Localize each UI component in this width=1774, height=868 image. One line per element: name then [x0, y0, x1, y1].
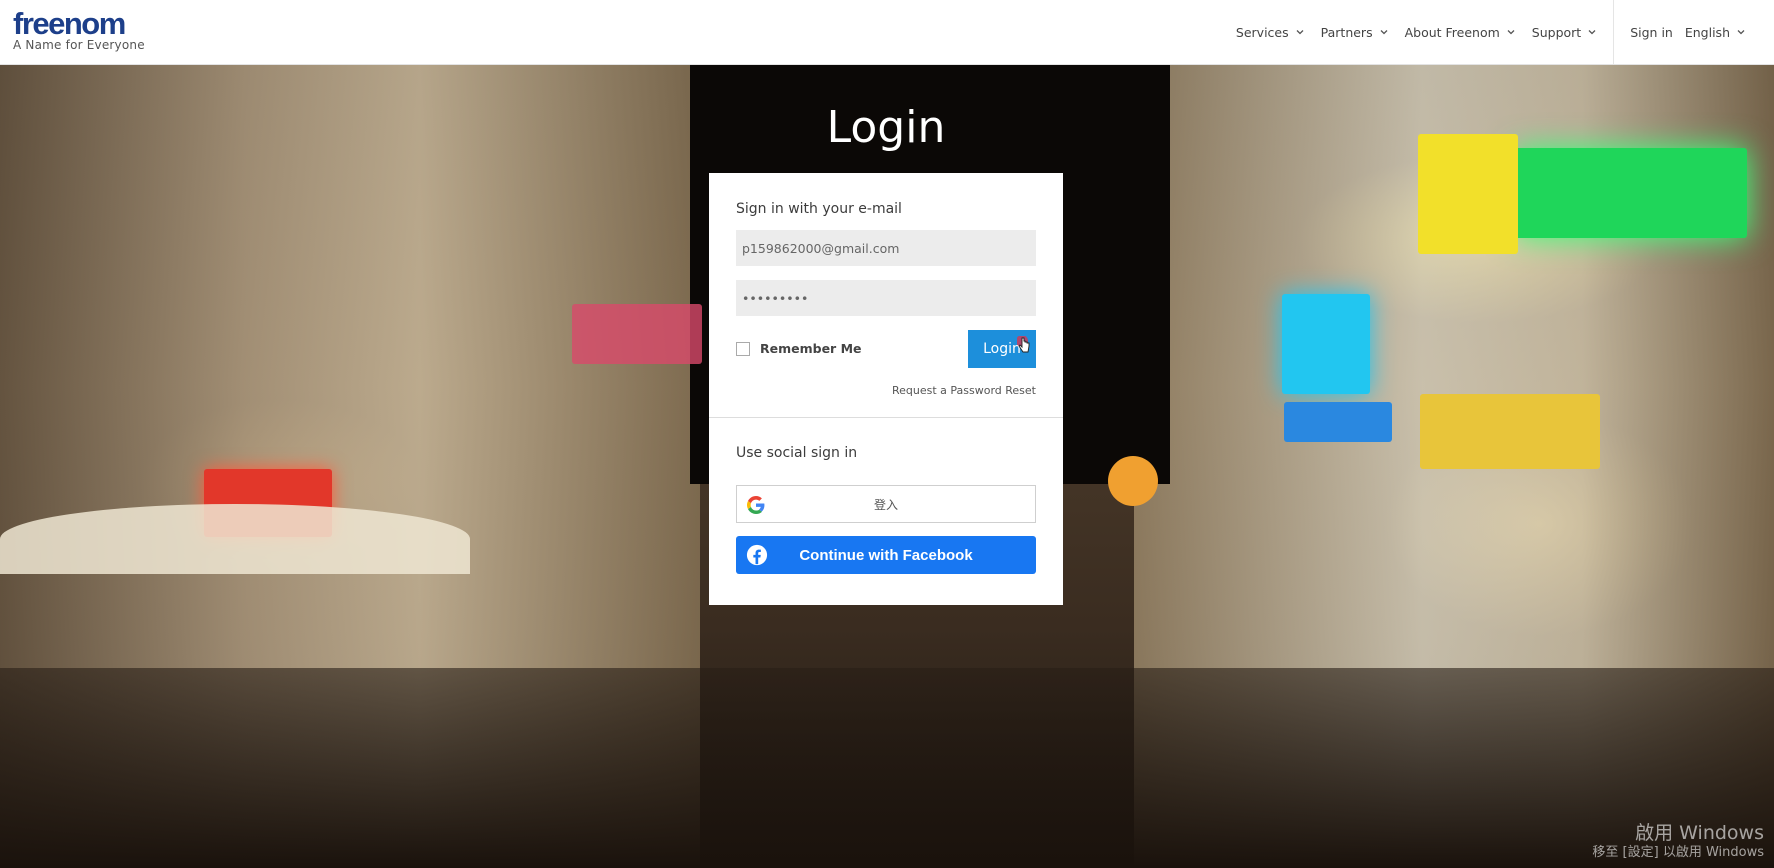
nav-support[interactable]: Support — [1532, 25, 1597, 40]
nav-services[interactable]: Services — [1236, 25, 1305, 40]
watermark-subtitle: 移至 [設定] 以啟用 Windows — [1592, 845, 1764, 860]
nav-about[interactable]: About Freenom — [1405, 25, 1516, 40]
login-button[interactable]: Login — [968, 330, 1036, 368]
facebook-sign-in-button[interactable]: Continue with Facebook — [736, 536, 1036, 574]
nav-partners-label: Partners — [1320, 24, 1373, 40]
language-selector[interactable]: English — [1685, 25, 1746, 40]
cyan-sign — [1282, 294, 1370, 394]
logo-wordmark: freenom — [13, 6, 126, 41]
facebook-button-label: Continue with Facebook — [799, 546, 973, 564]
hand-cursor-icon — [1017, 336, 1030, 353]
nav-sign-in[interactable]: Sign in — [1630, 25, 1673, 40]
windows-activation-watermark: 啟用 Windows 移至 [設定] 以啟用 Windows — [1592, 822, 1764, 862]
freenom-logo[interactable]: freenom A Name for Everyone — [13, 6, 145, 53]
social-section-label: Use social sign in — [736, 445, 858, 461]
chevron-down-icon — [1380, 30, 1388, 35]
chevron-down-icon — [1296, 30, 1304, 35]
login-button-label: Login — [983, 341, 1021, 357]
email-section-label: Sign in with your e-mail — [736, 201, 902, 217]
remember-me-label: Remember Me — [760, 341, 862, 356]
top-navbar: freenom A Name for Everyone Services Par… — [0, 0, 1774, 65]
facebook-icon — [746, 544, 768, 566]
login-panel: Sign in with your e-mail Remember Me Log… — [709, 173, 1063, 605]
chevron-down-icon — [1507, 30, 1515, 35]
burger-king-sign — [1108, 456, 1158, 506]
parasol — [0, 504, 470, 574]
pedestrian-crowd — [0, 668, 1774, 868]
nav-services-label: Services — [1235, 24, 1289, 40]
chevron-down-icon — [1588, 30, 1596, 35]
nav-about-label: About Freenom — [1404, 24, 1500, 40]
neon-sign — [572, 304, 702, 364]
yellow-sign — [1418, 134, 1518, 254]
coiffeur-sign — [1515, 148, 1747, 238]
erste-sign — [1284, 402, 1392, 442]
google-icon — [747, 496, 765, 514]
nav-partners[interactable]: Partners — [1321, 25, 1389, 40]
gold-sign — [1420, 394, 1600, 469]
logo-tagline: A Name for Everyone — [13, 38, 145, 52]
chevron-down-icon — [1737, 30, 1745, 35]
google-sign-in-button[interactable]: 登入 — [736, 485, 1036, 523]
password-reset-link[interactable]: Request a Password Reset — [892, 384, 1036, 397]
google-button-label: 登入 — [873, 497, 898, 512]
remember-me[interactable]: Remember Me — [736, 341, 862, 356]
main-nav: Services Partners About Freenom Support … — [1220, 0, 1746, 64]
remember-me-checkbox[interactable] — [736, 341, 750, 356]
panel-divider — [709, 417, 1063, 418]
page: freenom A Name for Everyone Services Par… — [0, 0, 1774, 868]
nav-divider — [1613, 0, 1615, 64]
nav-support-label: Support — [1531, 24, 1582, 40]
watermark-title: 啟用 Windows — [1635, 822, 1764, 844]
language-label: English — [1684, 24, 1730, 40]
password-field[interactable] — [736, 280, 1036, 316]
page-title: Login — [826, 102, 946, 153]
email-field[interactable] — [736, 230, 1036, 266]
